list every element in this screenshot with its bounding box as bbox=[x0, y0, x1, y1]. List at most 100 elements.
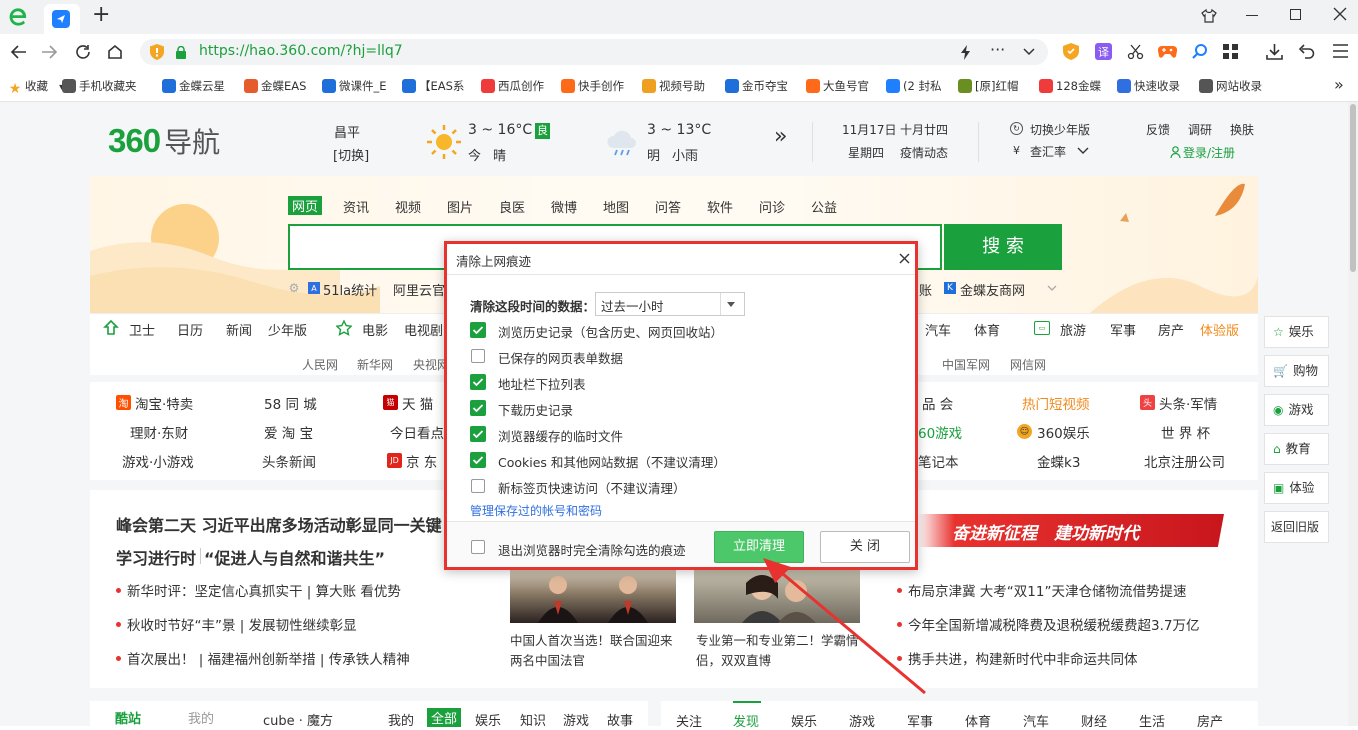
nav-link[interactable]: 电影 bbox=[362, 320, 388, 339]
bookmark-item[interactable]: 金币夺宝 bbox=[725, 78, 788, 94]
feed-tab[interactable]: 生活 bbox=[1139, 711, 1165, 730]
apps-icon[interactable] bbox=[1223, 44, 1238, 59]
search-tab[interactable]: 良医 bbox=[499, 197, 525, 216]
search-tab[interactable]: 问诊 bbox=[759, 197, 785, 216]
news-item[interactable]: 布局京津冀 大考“双11”天津仓储物流借势提速 bbox=[897, 580, 1186, 600]
epidemic-link[interactable]: 疫情动态 bbox=[900, 144, 948, 161]
bookmark-item[interactable]: 手机收藏夹 bbox=[62, 78, 137, 94]
url-text[interactable]: https://hao.360.com/?hj=llq7 bbox=[199, 43, 403, 59]
city-switch-link[interactable]: [切换] bbox=[333, 145, 369, 164]
side-item[interactable]: ☆ 娱乐 bbox=[1264, 316, 1329, 348]
home-icon[interactable] bbox=[106, 43, 124, 61]
bookmark-item[interactable]: 【EAS系 bbox=[402, 78, 464, 94]
media-link[interactable]: 中国军网 bbox=[942, 356, 990, 373]
bottom-link[interactable]: 知识 bbox=[520, 710, 546, 729]
feed-tab[interactable]: 汽车 bbox=[1023, 711, 1049, 730]
new-tab-button[interactable]: + bbox=[92, 2, 110, 27]
scissors-icon[interactable] bbox=[1127, 43, 1144, 60]
bookmarks-overflow-icon[interactable]: » bbox=[1334, 75, 1344, 94]
chevron-down-icon[interactable] bbox=[1023, 47, 1035, 57]
site-link[interactable]: 理财·东财 bbox=[130, 422, 188, 442]
bottom-link[interactable]: 故事 bbox=[607, 710, 633, 729]
search-tab[interactable]: 问答 bbox=[655, 197, 681, 216]
nav-link[interactable]: 军事 bbox=[1110, 320, 1136, 339]
bookmark-item[interactable]: 快手创作 bbox=[561, 78, 624, 94]
side-item[interactable]: 返回旧版 bbox=[1264, 511, 1329, 543]
feed-tab[interactable]: 游戏 bbox=[849, 711, 875, 730]
hot-link[interactable]: 金蝶友商网 bbox=[960, 280, 1025, 299]
search-tab[interactable]: 网页 bbox=[288, 196, 323, 215]
option-checkbox[interactable] bbox=[470, 452, 486, 468]
hot-link[interactable]: 51la统计 bbox=[323, 280, 377, 299]
download-icon[interactable] bbox=[1266, 43, 1283, 60]
search-tab[interactable]: 地图 bbox=[603, 197, 629, 216]
bottom-link[interactable]: 我的 bbox=[388, 710, 414, 729]
close-window-icon[interactable] bbox=[1333, 7, 1347, 21]
login-link[interactable]: 登录/注册 bbox=[1183, 144, 1235, 161]
news-item[interactable]: 新华时评：坚定信心真抓实干 | 算大账 看优势 bbox=[116, 580, 401, 600]
site-link[interactable]: 笔记本 bbox=[918, 451, 959, 471]
option-checkbox[interactable] bbox=[470, 400, 486, 416]
side-item[interactable]: ⌂ 教育 bbox=[1264, 433, 1329, 465]
news-item[interactable]: 今年全国新增减税降费及退税缓税缓费超3.7万亿 bbox=[897, 614, 1199, 634]
scrollbar-thumb[interactable] bbox=[1350, 104, 1356, 272]
nav-link[interactable]: 房产 bbox=[1158, 320, 1184, 339]
nav-link[interactable]: 体育 bbox=[974, 320, 1000, 339]
manage-passwords-link[interactable]: 管理保存过的帐号和密码 bbox=[470, 502, 602, 519]
bookmark-item[interactable]: 128金蝶 bbox=[1039, 78, 1101, 94]
nav-link[interactable]: 日历 bbox=[177, 320, 203, 339]
site-link[interactable]: 品 会 bbox=[922, 393, 953, 413]
site-link[interactable]: 头条新闻 bbox=[262, 451, 316, 471]
news-item[interactable]: 秋收时节好“丰”景 | 发展韧性继续彰显 bbox=[116, 614, 357, 634]
bookmark-item[interactable]: 西瓜创作 bbox=[481, 78, 544, 94]
site-link[interactable]: 金蝶k3 bbox=[1037, 451, 1080, 471]
bookmark-item[interactable]: (2 封私 bbox=[886, 78, 941, 94]
shield-extension-icon[interactable] bbox=[1063, 43, 1079, 60]
news-item[interactable]: 首次展出！ | 福建福州创新举措 | 传承铁人精神 bbox=[116, 648, 410, 668]
tab-cool-sites[interactable]: 酷站 bbox=[115, 708, 141, 727]
bottom-link[interactable]: 游戏 bbox=[563, 710, 589, 729]
beta-link[interactable]: 体验版 bbox=[1200, 320, 1239, 339]
nav-link[interactable]: 旅游 bbox=[1060, 320, 1086, 339]
site-link[interactable]: 世 界 杯 bbox=[1161, 422, 1210, 442]
bottom-link[interactable]: 娱乐 bbox=[475, 710, 501, 729]
side-item[interactable]: 🛒 购物 bbox=[1264, 355, 1329, 387]
site-link[interactable]: 京 东 bbox=[406, 451, 437, 471]
survey-link[interactable]: 调研 bbox=[1188, 121, 1212, 138]
bookmark-item[interactable]: ★ 收藏 ▾ bbox=[8, 78, 64, 96]
site-link[interactable]: 游戏·小游戏 bbox=[122, 451, 194, 471]
headline[interactable]: “促进人与自然和谐共生” bbox=[204, 545, 385, 569]
media-link[interactable]: 人民网 bbox=[302, 356, 338, 373]
maximize-icon[interactable] bbox=[1290, 9, 1301, 20]
feedback-link[interactable]: 反馈 bbox=[1146, 121, 1170, 138]
option-checkbox[interactable] bbox=[470, 426, 486, 442]
nav-link[interactable]: 电视剧 bbox=[404, 320, 443, 339]
tab-mine[interactable]: 我的 bbox=[188, 708, 214, 727]
feed-tab[interactable]: 关注 bbox=[676, 711, 702, 730]
aqi-badge[interactable]: 良 bbox=[535, 123, 550, 139]
exchange-rate-link[interactable]: 查汇率 bbox=[1030, 143, 1066, 160]
bottom-tag-active[interactable]: 全部 bbox=[427, 708, 462, 727]
option-checkbox[interactable] bbox=[470, 322, 486, 338]
photo-caption[interactable]: 中国人首次当选！联合国迎来 bbox=[510, 630, 673, 649]
browser-logo-icon[interactable] bbox=[6, 5, 30, 29]
search-tab[interactable]: 软件 bbox=[707, 197, 733, 216]
news-photo[interactable] bbox=[510, 569, 676, 623]
hot-link[interactable]: 阿里云官 bbox=[393, 280, 445, 299]
nav-link[interactable]: 少年版 bbox=[268, 320, 307, 339]
headline[interactable]: 学习进行时 bbox=[116, 545, 196, 569]
more-icon[interactable]: ··· bbox=[990, 40, 1005, 59]
reload-icon[interactable] bbox=[74, 43, 92, 61]
youth-mode-link[interactable]: 切换少年版 bbox=[1030, 121, 1090, 138]
skin-link[interactable]: 换肤 bbox=[1230, 121, 1254, 138]
chevron-down-icon[interactable] bbox=[1077, 146, 1089, 156]
bookmark-item[interactable]: 快速收录 bbox=[1117, 78, 1180, 94]
site-link[interactable]: 360娱乐 bbox=[1037, 422, 1090, 442]
news-banner[interactable]: 奋进新征程 建功新时代 bbox=[918, 514, 1224, 547]
option-checkbox[interactable] bbox=[470, 374, 486, 390]
bookmark-item[interactable]: 金蝶EAS bbox=[244, 78, 306, 94]
search-tool-icon[interactable] bbox=[1192, 43, 1208, 59]
nav-link[interactable]: 汽车 bbox=[925, 320, 951, 339]
feed-tab[interactable]: 军事 bbox=[907, 711, 933, 730]
translate-icon[interactable]: 译 bbox=[1095, 43, 1112, 60]
